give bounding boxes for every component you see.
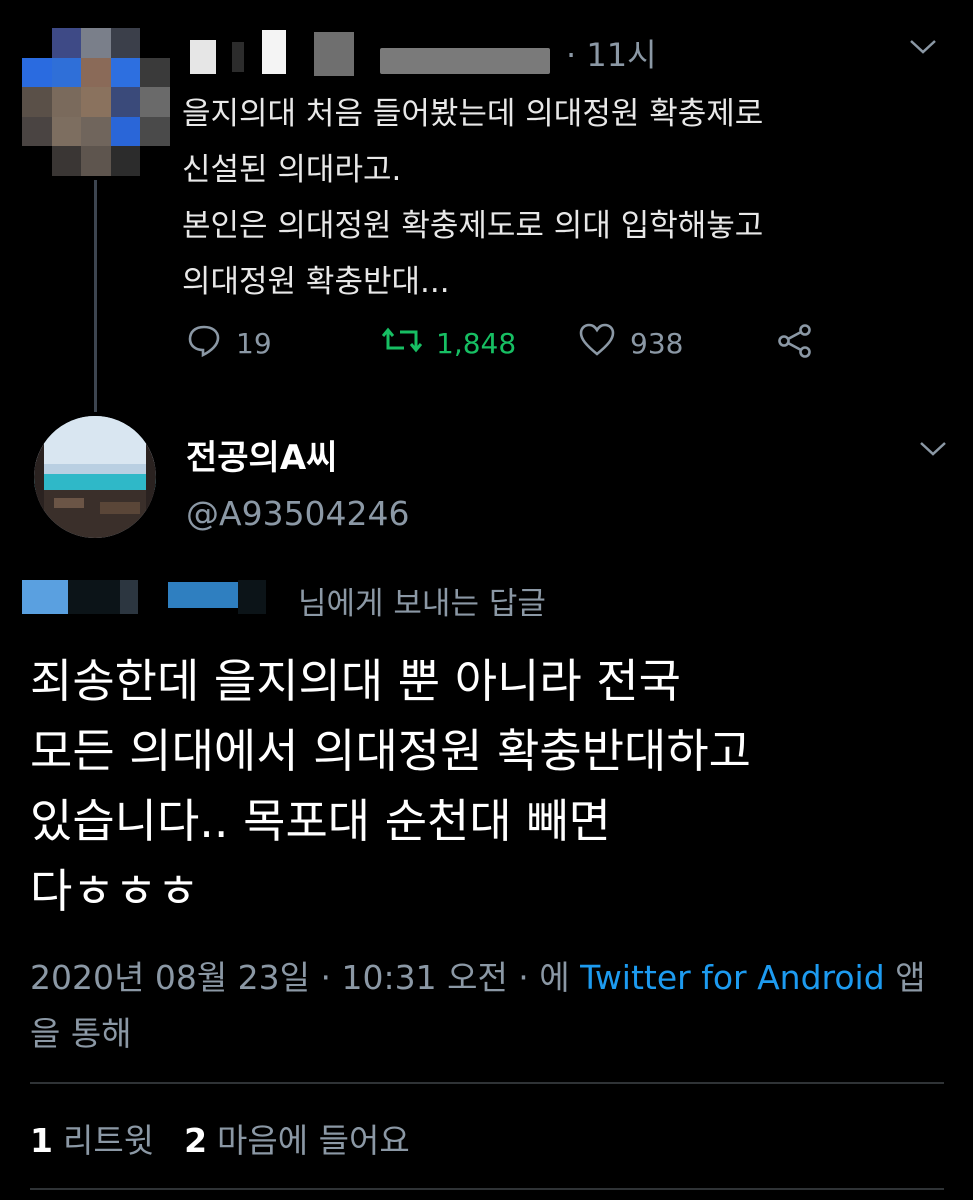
tweet-text: 죄송한데 을지의대 뿐 아니라 전국 모든 의대에서 의대정원 확충반대하고 있… [30, 654, 751, 918]
source-app-link[interactable]: Twitter for Android [580, 958, 885, 997]
blurred-handle [380, 48, 550, 74]
blurred-avatar[interactable] [22, 28, 170, 176]
likes-label: 마음에 들어요 [217, 1121, 410, 1160]
retweets-label: 리트윗 [62, 1121, 155, 1160]
tweet-stats: 1 리트윗 2 마음에 들어요 [30, 1114, 410, 1162]
like-button[interactable]: 938 [578, 322, 683, 365]
blurred-name [190, 40, 216, 74]
replying-to-label: 님에게 보내는 답글 [298, 586, 546, 622]
reply-count: 19 [236, 327, 272, 360]
blurred-reply-target [168, 582, 238, 608]
blurred-name [314, 32, 354, 76]
share-icon [776, 322, 814, 367]
likes-stat[interactable]: 2 마음에 들어요 [184, 1114, 410, 1162]
retweets-stat[interactable]: 1 리트윗 [30, 1114, 154, 1162]
reply-icon [186, 322, 222, 365]
blurred-reply-target [238, 580, 266, 614]
retweet-icon [381, 322, 423, 365]
divider [30, 1082, 944, 1084]
thread-line [94, 180, 97, 412]
tweet-timestamp: 2020년 08월 23일 · 10:31 오전 · 에 [30, 958, 581, 997]
retweet-button[interactable]: 1,848 [381, 322, 517, 365]
chevron-down-icon[interactable] [908, 34, 938, 64]
chevron-down-icon[interactable] [918, 436, 948, 466]
parent-tweet-text: 을지의대 처음 들어봤는데 의대정원 확충제로 신설된 의대라고. 본인은 의대… [182, 96, 764, 300]
divider [30, 1188, 944, 1190]
retweet-count: 1,848 [436, 327, 517, 360]
like-count: 938 [630, 327, 684, 360]
share-button[interactable] [776, 322, 814, 367]
likes-count: 2 [184, 1121, 208, 1160]
reply-button[interactable]: 19 [186, 322, 272, 365]
blurred-name [262, 30, 286, 74]
tweet-time: · 11시 [566, 36, 657, 74]
tweet-meta: 2020년 08월 23일 · 10:31 오전 · 에 Twitter for… [30, 950, 930, 1062]
retweets-count: 1 [30, 1121, 53, 1160]
blurred-reply-target [120, 580, 138, 614]
like-icon [578, 322, 616, 365]
display-name[interactable]: 전공의A씨 [186, 430, 337, 479]
user-handle[interactable]: @A93504246 [186, 494, 410, 533]
blurred-reply-target [68, 580, 120, 614]
blurred-reply-target [22, 580, 68, 614]
blurred-name [232, 42, 244, 72]
profile-avatar[interactable] [34, 416, 156, 538]
